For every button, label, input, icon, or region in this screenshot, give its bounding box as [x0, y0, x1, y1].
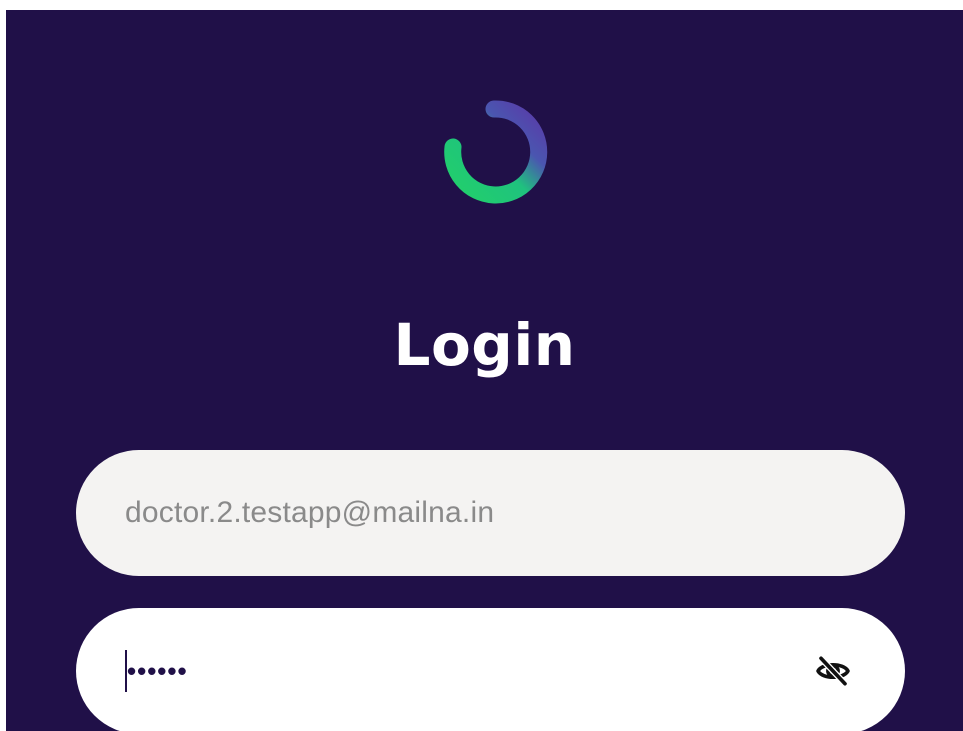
password-masked-text: ••••••: [127, 655, 188, 686]
page-title: Login: [393, 311, 576, 379]
email-value: doctor.2.testapp@mailna.in: [125, 496, 495, 529]
password-value: ••••••: [125, 646, 813, 696]
ring-logo-icon: [444, 100, 548, 204]
email-field[interactable]: doctor.2.testapp@mailna.in: [76, 450, 905, 576]
login-screen: Login doctor.2.testapp@mailna.in ••••••: [6, 10, 963, 731]
eye-off-icon: [816, 655, 850, 687]
text-cursor: [125, 650, 127, 692]
password-field[interactable]: ••••••: [76, 608, 905, 731]
password-visibility-toggle[interactable]: [813, 651, 853, 691]
